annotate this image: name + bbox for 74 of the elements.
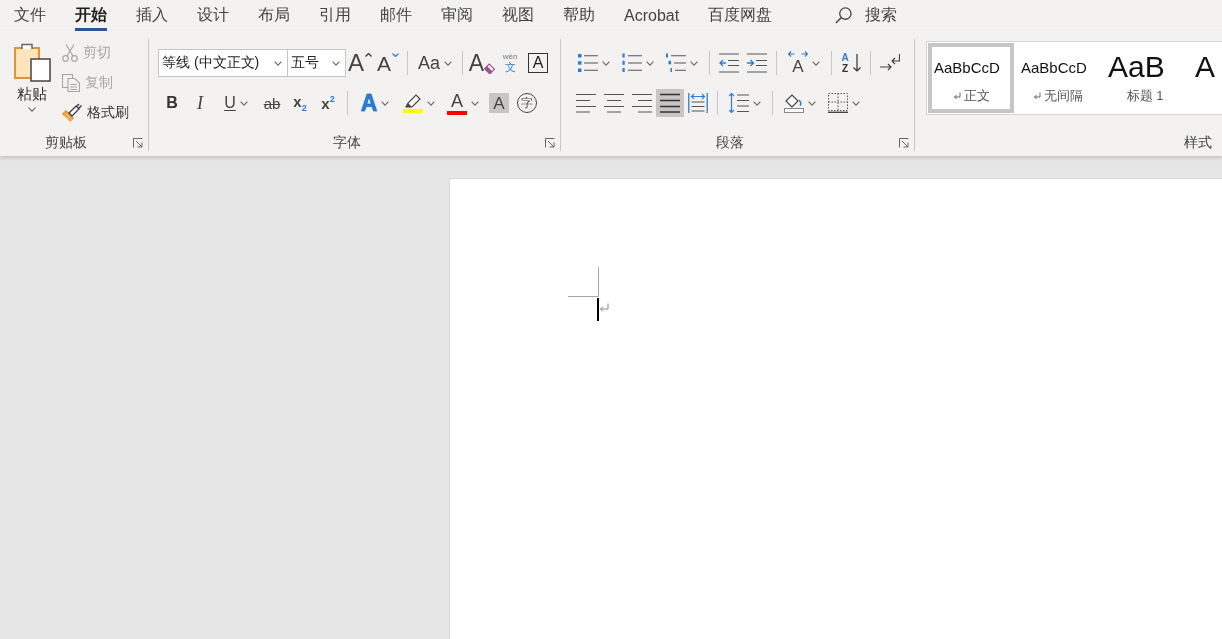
text-effect-button[interactable]: A [353,89,397,117]
paragraph-mark-icon [598,303,609,313]
decrease-indent-icon [719,53,739,73]
paint-bucket-icon [784,93,804,113]
increase-indent-icon [747,53,767,73]
highlighter-pen-icon [405,93,421,108]
align-center-icon [604,93,624,113]
distribute-icon [688,93,708,113]
bullet-list-icon [578,53,598,73]
clear-formatting-button[interactable]: A [468,49,496,77]
text-layout-button[interactable]: A [782,49,826,77]
corner-arrow-icon [133,138,143,148]
dialog-launcher-button[interactable] [544,137,556,149]
subscript-button[interactable]: x$_{2}$ [286,89,314,117]
chevron-down-icon [28,107,36,112]
scissors-icon [62,44,78,62]
align-left-icon [576,93,596,113]
menu-tab[interactable]: 邮件 [380,0,412,31]
paste-button[interactable]: 粘贴 [10,42,54,130]
paintbrush-icon [62,103,82,123]
font-name-select[interactable]: 等线 (中文正文) [158,49,288,77]
bold-button[interactable]: B [158,89,186,117]
menu-tab[interactable]: 审阅 [441,0,473,31]
crop-mark-icon [568,267,599,297]
menu-tab[interactable]: 引用 [319,0,351,31]
menu-tab[interactable]: 布局 [258,0,290,31]
caret-down-icon [392,53,399,57]
menu-tab[interactable]: 文件 [14,0,46,31]
double-arrow-icon [788,51,808,57]
justify-button[interactable] [656,89,684,117]
corner-arrow-icon [545,138,555,148]
menu-tab[interactable]: 百度网盘 [708,0,773,31]
menu-tab[interactable]: 插入 [136,0,168,31]
dialog-launcher-button[interactable] [132,137,144,149]
menu-tab[interactable]: 视图 [502,0,534,31]
eraser-icon [484,63,496,74]
copy-pages-icon [62,74,80,92]
underline-button[interactable]: U [214,89,258,117]
caret-up-icon [365,53,372,57]
superscript-button[interactable]: x$^{2}$ [314,89,342,117]
style-item[interactable]: AaBbCcD 正文 [928,43,1014,113]
dialog-launcher-button[interactable] [898,137,910,149]
menu-tab[interactable]: 帮助 [563,0,595,31]
chevron-down-icon [274,60,282,66]
corner-arrow-icon [899,138,909,148]
group-label: 样式 [1183,134,1213,152]
borders-grid-icon [828,93,848,113]
grow-font-button[interactable]: A [346,49,374,77]
chevron-down-icon [332,60,340,66]
font-color-button[interactable]: A [441,89,485,117]
shrink-font-button[interactable]: A [374,49,402,77]
group-label: 剪贴板 [44,134,88,152]
clipboard-icon [13,42,51,82]
search-icon [835,7,853,24]
numbered-list-icon [622,53,642,73]
group-label: 字体 [331,134,362,152]
line-spacing-icon [729,93,749,113]
sort-button[interactable]: A Z [837,49,865,77]
phonetic-guide-button[interactable]: wén 文 [496,49,524,77]
font-size-select[interactable]: 五号 [288,49,346,77]
change-case-button[interactable]: Aa [413,49,457,77]
format-painter-button[interactable]: 格式刷 [60,102,131,124]
justify-icon [660,93,680,113]
strikethrough-button[interactable]: ab [258,89,286,117]
multilevel-list-icon [666,53,686,73]
menu-tab[interactable]: 设计 [197,0,229,31]
align-right-icon [632,93,652,113]
menu-tab[interactable]: Acrobat [624,0,680,31]
group-label: 段落 [714,134,745,152]
italic-button[interactable]: I [186,89,214,117]
text-cursor [597,298,599,321]
down-arrow-icon [852,54,861,72]
search-button[interactable]: 搜索 [835,0,898,31]
arrow-return-icon [880,53,900,73]
